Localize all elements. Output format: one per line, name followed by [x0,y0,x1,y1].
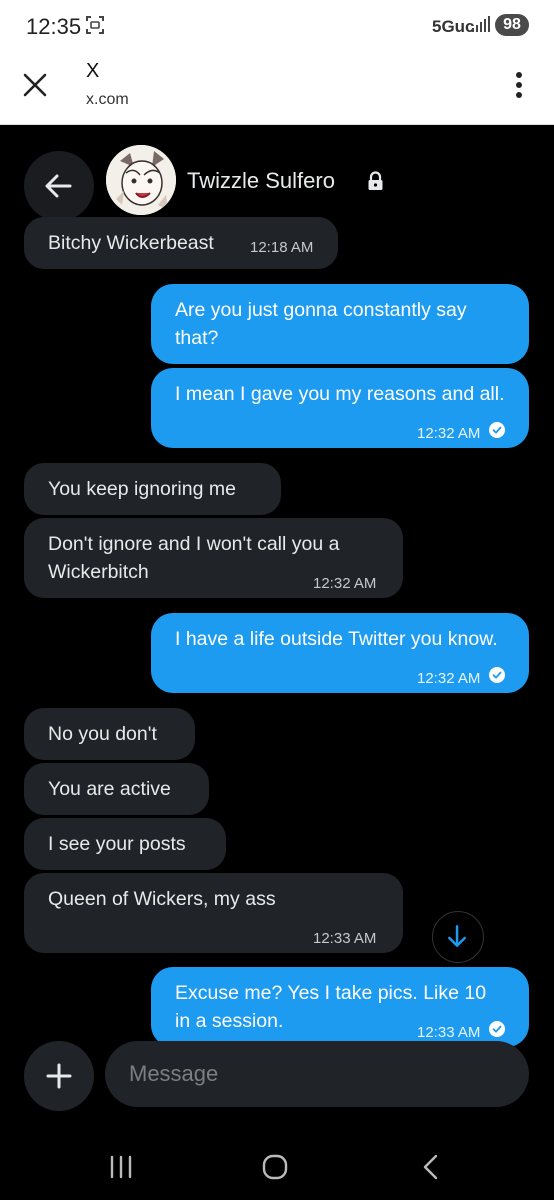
message-text: Are you just gonna constantly say that? [175,299,467,349]
lock-icon [368,171,383,190]
signal-icon [472,16,490,32]
message-bubble-sent[interactable]: Excuse me? Yes I take pics. Like 10 in a… [151,967,529,1047]
message-time: 12:18 AM [250,239,314,256]
nav-back-icon[interactable] [416,1152,446,1182]
arrow-down-icon [448,925,466,947]
page-title: X [86,60,100,82]
message-time: 12:32 AM [417,670,481,687]
close-icon[interactable] [22,72,48,98]
back-button[interactable] [24,151,94,221]
message-text: You keep ignoring me [48,478,236,500]
browser-toolbar: X x.com [0,52,554,125]
add-media-button[interactable] [24,1041,94,1111]
nav-recents-icon[interactable] [106,1152,136,1182]
message-bubble-received[interactable]: Don't ignore and I won't call you a Wick… [24,518,403,598]
check-circle-icon [489,422,505,438]
message-text: Queen of Wickers, my ass [48,888,276,910]
avatar[interactable] [106,145,176,215]
screenshot-icon [86,16,104,34]
message-bubble-sent[interactable]: I mean I gave you my reasons and all. 12… [151,368,529,448]
check-circle-icon [489,1021,505,1037]
status-time: 12:35 [26,14,82,39]
avatar-image [106,145,176,215]
scroll-to-bottom-button[interactable] [432,911,484,963]
message-text: I mean I gave you my reasons and all. [175,383,505,405]
check-circle-icon [489,667,505,683]
plus-icon [46,1063,72,1089]
message-bubble-received[interactable]: I see your posts [24,818,226,870]
battery-indicator: 98 [495,14,529,36]
message-text: I see your posts [48,833,186,855]
back-arrow-icon [45,174,72,198]
nav-home-icon[interactable] [260,1152,290,1182]
system-nav-bar [0,1130,554,1200]
status-bar: 12:35 5Guc 98 [0,0,554,52]
message-bubble-sent[interactable]: I have a life outside Twitter you know. … [151,613,529,693]
contact-name[interactable]: Twizzle Sulfero [187,168,335,194]
message-bubble-received[interactable]: Bitchy Wickerbeast 12:18 AM [24,217,338,269]
message-text: No you don't [48,723,157,745]
message-input[interactable] [105,1041,529,1107]
more-vert-icon[interactable] [508,70,530,100]
message-time: 12:32 AM [417,425,481,442]
message-bubble-received[interactable]: Queen of Wickers, my ass 12:33 AM [24,873,403,953]
conversation-view: Twizzle Sulfero Bitchy Wickerbeast 12:18… [0,125,554,1130]
message-time: 12:33 AM [313,930,377,947]
message-bubble-received[interactable]: No you don't [24,708,195,760]
message-bubble-received[interactable]: You keep ignoring me [24,463,281,515]
page-url[interactable]: x.com [86,91,129,109]
message-bubble-received[interactable]: You are active [24,763,209,815]
network-type: 5Guc [432,17,475,36]
message-time: 12:32 AM [313,575,377,592]
message-text: I have a life outside Twitter you know. [175,628,498,650]
message-text: You are active [48,778,171,800]
message-bubble-sent[interactable]: Are you just gonna constantly say that? [151,284,529,364]
